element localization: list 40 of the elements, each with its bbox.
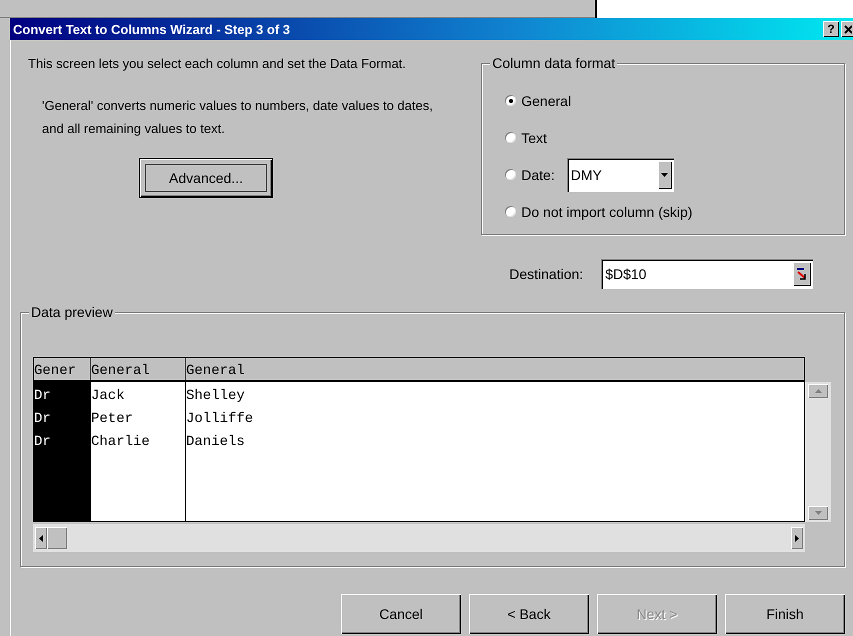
wizard-button[interactable]: < Back: [469, 594, 589, 634]
column-header[interactable]: General: [91, 358, 186, 380]
advanced-button[interactable]: Advanced...: [140, 159, 272, 197]
table-cell-text: Shelley: [186, 387, 246, 406]
vertical-scrollbar[interactable]: [805, 382, 831, 522]
wizard-button[interactable]: Cancel: [341, 594, 461, 634]
window-title: Convert Text to Columns Wizard - Step 3 of 3: [13, 22, 291, 36]
scroll-up-icon[interactable]: [808, 384, 828, 398]
table-cell-text: Daniels: [186, 433, 246, 452]
radio-option[interactable]: Text: [505, 130, 547, 146]
radio-option[interactable]: General: [505, 92, 572, 108]
column-header[interactable]: General: [186, 358, 804, 380]
table-column[interactable]: Dr Dr Dr: [34, 382, 91, 521]
table-cell-text: Peter: [91, 410, 134, 429]
instruction-text: This screen lets you select each column and set the Data Format.: [28, 55, 407, 73]
destination-field[interactable]: $D$10: [601, 259, 814, 289]
collapse-dialog-icon[interactable]: [793, 262, 812, 286]
radio-option[interactable]: Do not import column (skip): [505, 204, 692, 220]
scroll-thumb[interactable]: [47, 527, 67, 549]
group-title: Data preview: [29, 304, 115, 321]
horizontal-scrollbar[interactable]: [33, 524, 805, 552]
description-text: 'General' converts numeric values to numbers, date values to dates, and all remaining values to text.: [42, 97, 434, 138]
close-button[interactable]: [841, 21, 853, 37]
scroll-down-icon[interactable]: [808, 506, 828, 520]
table-cell-text: Jack: [91, 387, 126, 406]
table-column[interactable]: Jack Peter Charlie: [91, 382, 186, 521]
scroll-left-icon[interactable]: [35, 527, 47, 549]
radio-option[interactable]: Date:: [505, 166, 555, 182]
destination-label: Destination:: [509, 266, 584, 282]
help-button[interactable]: ?: [823, 21, 839, 37]
table-cell-text: Charlie: [91, 433, 151, 452]
table-cell-text: Dr: [34, 433, 52, 452]
column-header[interactable]: Gener: [34, 358, 91, 380]
scroll-right-icon[interactable]: [791, 527, 803, 549]
table-cell-text: Jolliffe: [186, 410, 254, 429]
date-format-dropdown[interactable]: DMY: [566, 158, 674, 192]
wizard-button[interactable]: Finish: [725, 594, 845, 634]
table-cell-text: Dr: [34, 410, 52, 429]
table-cell-text: Dr: [34, 387, 52, 406]
table-column[interactable]: Shelley Jolliffe Daniels: [186, 382, 804, 521]
